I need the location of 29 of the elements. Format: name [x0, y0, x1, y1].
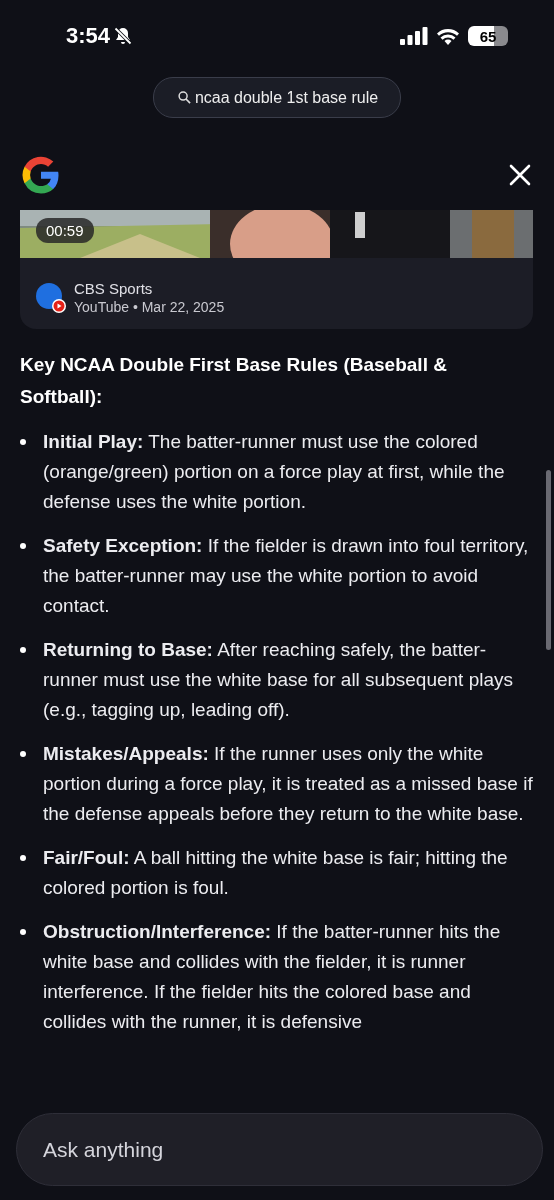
battery-indicator: 65: [468, 26, 508, 46]
signal-icon: [400, 27, 428, 45]
bullet-text: Initial Play: The batter-runner must use the colored (orange/green) portion on a force play at first, while the defense uses the white portion.: [43, 430, 506, 514]
close-button[interactable]: [508, 163, 532, 187]
bullet-icon: [20, 647, 26, 653]
bullet-icon: [20, 855, 26, 861]
status-time: 3:54: [66, 23, 111, 49]
scrollbar[interactable]: [546, 470, 551, 650]
bullet-text: Fair/Foul: A ball hitting the white base is fair; hitting the colored portion is foul.: [43, 846, 509, 900]
video-duration: 00:59: [36, 218, 94, 243]
video-card[interactable]: 00:59 CBS Sports YouTube • Mar 22, 2025: [20, 210, 533, 329]
search-icon: [177, 91, 191, 104]
bullet-text: Returning to Base: After reaching safely, the batter-runner must use the white base for all subsequent plays (e.g., tagging up, leading off).: [43, 638, 514, 722]
search-query-chip[interactable]: ncaa double 1st base rule: [152, 77, 402, 118]
answer-heading: Key NCAA Double First Base Rules (Baseball & Softball):: [20, 353, 448, 409]
video-source-date: YouTube • Mar 22, 2025: [74, 299, 225, 315]
channel-name: CBS Sports: [74, 280, 154, 297]
bullet-text: Safety Exception: If the fielder is drawn into foul territory, the batter-runner may use the white portion to avoid contact.: [43, 534, 530, 618]
ask-input-field[interactable]: Ask anything: [16, 1113, 543, 1186]
channel-avatar-icon: [36, 282, 66, 313]
search-query-text: ncaa double 1st base rule: [194, 88, 379, 107]
muted-bell-icon: [113, 26, 134, 46]
bullet-icon: [20, 543, 26, 549]
wifi-icon: [436, 27, 460, 45]
bullet-text: Mistakes/Appeals: If the runner uses only the white portion during a force play, it is treated as a missed base if the defense appeals before they return to the white base.: [43, 742, 534, 826]
bullet-icon: [20, 751, 26, 757]
bullet-icon: [20, 929, 26, 935]
bullet-text: Obstruction/Interference: If the batter-runner hits the white base and collides with the fielder, it is runner interference. If the fielder hits the colored base and collides with the runner, it is defensive: [43, 920, 502, 1034]
bullet-icon: [20, 439, 26, 445]
